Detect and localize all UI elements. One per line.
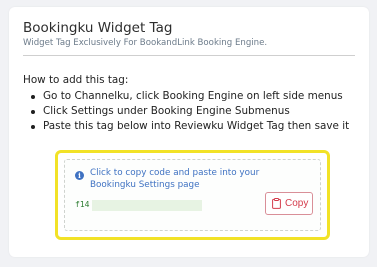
tag-code-box[interactable]: i Click to copy code and paste into your… [64,159,321,231]
divider [23,55,355,56]
step-item: Go to Channelku, click Booking Engine on… [25,89,349,104]
info-icon: i [75,171,84,180]
copy-button[interactable]: Copy [265,192,313,215]
copy-hint: Click to copy code and paste into your B… [90,168,260,190]
tag-code[interactable]: f14 [75,200,89,209]
steps-list: Go to Channelku, click Booking Engine on… [25,89,349,134]
step-item: Click Settings under Booking Engine Subm… [25,104,349,119]
tag-code-redacted [92,200,202,211]
card-title: Bookingku Widget Tag [23,20,173,36]
clipboard-icon [272,198,281,209]
card-subtitle: Widget Tag Exclusively For BookandLink B… [23,38,268,48]
copy-button-label: Copy [285,198,309,209]
instructions-title: How to add this tag: [23,74,129,86]
widget-tag-card: Bookingku Widget Tag Widget Tag Exclusiv… [9,7,369,257]
step-item: Paste this tag below into Reviewku Widge… [25,119,349,134]
tag-highlight: i Click to copy code and paste into your… [55,150,330,240]
